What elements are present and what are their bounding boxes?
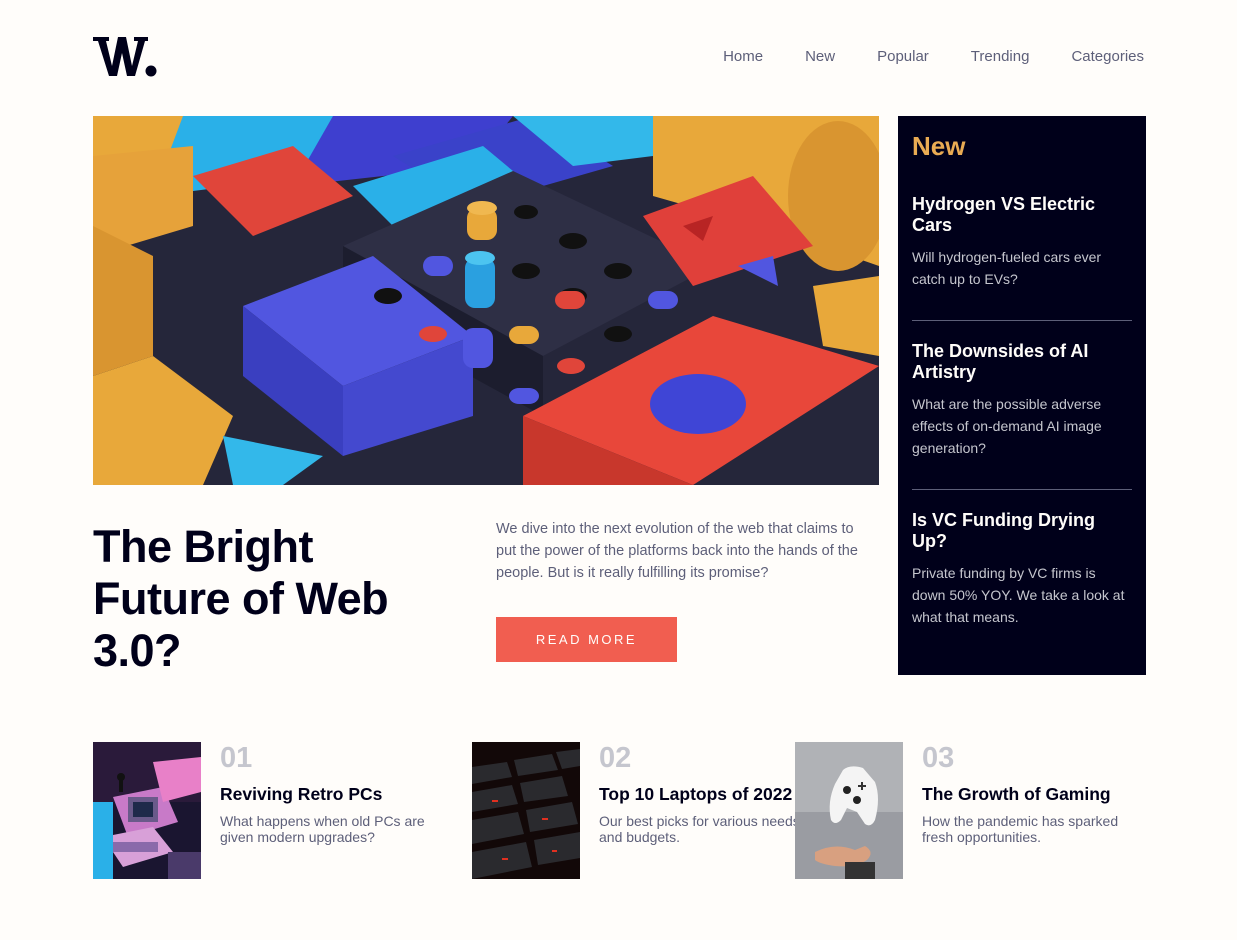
hero-description: We dive into the next evolution of the w… [496, 521, 858, 581]
nav-popular[interactable]: Popular [877, 48, 929, 66]
logo[interactable] [93, 33, 159, 77]
card-desc: How the pandemic has sparked fresh oppor… [922, 813, 1119, 845]
new-item-desc: What are the possible adverse effects of… [912, 396, 1102, 456]
article-card[interactable]: 01 Reviving Retro PCs What happens when … [93, 742, 440, 879]
card-number: 02 [599, 742, 632, 774]
card-number: 01 [220, 742, 253, 774]
new-item-title[interactable]: Hydrogen VS Electric Cars [912, 194, 1132, 236]
card-title[interactable]: The Growth of Gaming [922, 784, 1142, 805]
game-controller-image [795, 742, 903, 879]
new-item-title[interactable]: The Downsides of AI Artistry [912, 341, 1132, 383]
divider [912, 320, 1132, 321]
new-heading: New [912, 131, 966, 161]
hero-title: The Bright Future of Web 3.0? [93, 521, 389, 676]
laptop-keyboard-image [472, 742, 580, 879]
read-more-button[interactable]: READ MORE [496, 617, 677, 662]
card-title[interactable]: Reviving Retro PCs [220, 784, 440, 805]
new-item-title[interactable]: Is VC Funding Drying Up? [912, 510, 1132, 552]
main-nav: Home New Popular Trending Categories [723, 48, 1144, 66]
new-item-desc: Private funding by VC firms is down 50% … [912, 565, 1125, 625]
nav-home[interactable]: Home [723, 48, 763, 66]
hero-image [93, 116, 879, 485]
card-desc: What happens when old PCs are given mode… [220, 813, 425, 845]
nav-categories[interactable]: Categories [1071, 48, 1144, 66]
new-item[interactable]: The Downsides of AI Artistry What are th… [912, 341, 1132, 459]
retro-pc-image [93, 742, 201, 879]
divider [912, 489, 1132, 490]
new-panel: New Hydrogen VS Electric Cars Will hydro… [898, 116, 1146, 675]
card-number: 03 [922, 742, 955, 774]
card-desc: Our best picks for various needs and bud… [599, 813, 800, 845]
article-card[interactable]: 02 Top 10 Laptops of 2022 Our best picks… [472, 742, 819, 879]
new-item[interactable]: Is VC Funding Drying Up? Private funding… [912, 510, 1132, 628]
card-title[interactable]: Top 10 Laptops of 2022 [599, 784, 819, 805]
nav-new[interactable]: New [805, 48, 835, 66]
article-card[interactable]: 03 The Growth of Gaming How the pandemic… [795, 742, 1142, 879]
new-item-desc: Will hydrogen-fueled cars ever catch up … [912, 249, 1102, 287]
new-item[interactable]: Hydrogen VS Electric Cars Will hydrogen-… [912, 194, 1132, 290]
nav-trending[interactable]: Trending [971, 48, 1030, 66]
